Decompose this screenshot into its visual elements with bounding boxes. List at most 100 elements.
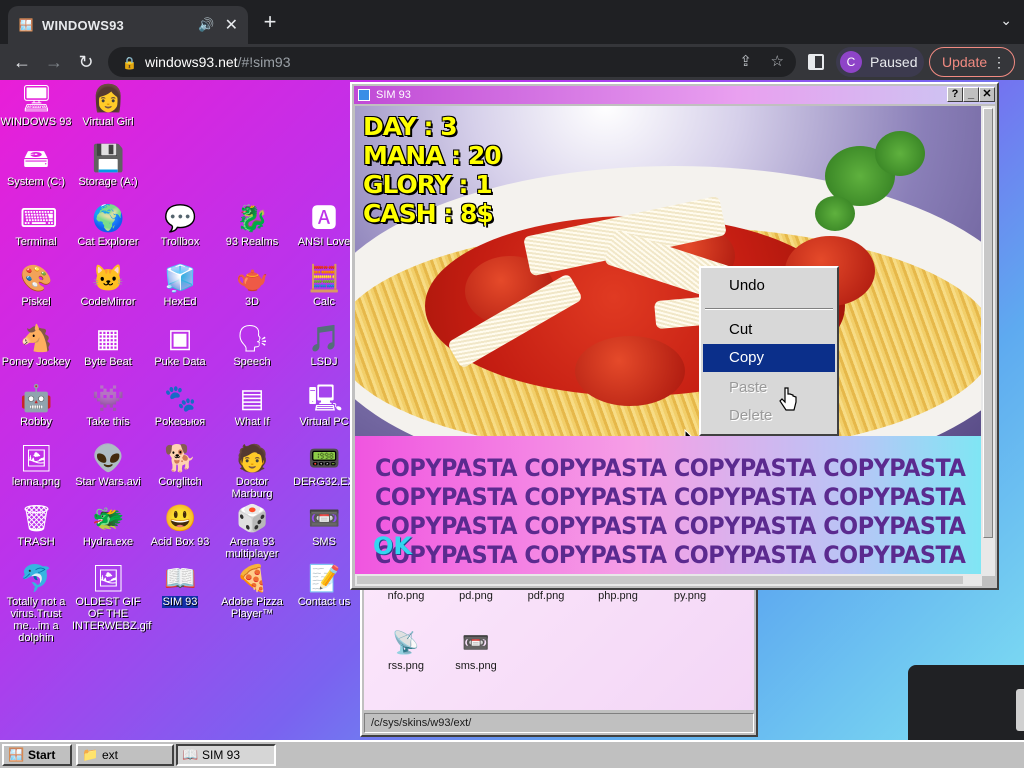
desktop-icon[interactable]: 🗣 Speech <box>216 322 288 368</box>
desktop-icon[interactable]: ▣ Puke Data <box>144 322 216 368</box>
bookmark-star-icon[interactable]: ☆ <box>771 47 784 77</box>
menu-separator <box>705 308 833 310</box>
sim93-window[interactable]: SIM 93 ? _ ✕ DAY : 3 MANA: 20 GLORY: 1… <box>350 82 999 590</box>
address-bar[interactable]: 🔒 windows93.net/#!sim93 ⇪ ☆ <box>108 47 796 77</box>
desktop-icon[interactable]: 📖 SIM 93 <box>144 562 216 608</box>
desktop-icon[interactable]: 👽 Star Wars.avi <box>72 442 144 488</box>
copypasta-panel: COPYPASTA COPYPASTA COPYPASTA COPYPASTA … <box>355 436 982 576</box>
start-button[interactable]: 🪟 Start <box>2 744 72 766</box>
menu-item-undo[interactable]: Undo <box>703 272 835 300</box>
desktop-icon[interactable]: 🐱 CodeMirror <box>72 262 144 308</box>
desktop-icon[interactable]: ▤ What If <box>216 382 288 428</box>
explorer-window[interactable]: 🖼nfo.png🖼pd.png🖼pdf.png🖼php.png🖼py.png📡r… <box>360 578 758 737</box>
speaker-icon[interactable]: 🔊 <box>198 17 214 33</box>
reload-icon[interactable]: ↻ <box>74 50 98 74</box>
desktop-icon[interactable]: 🎨 Piskel <box>0 262 72 308</box>
close-tab-icon[interactable]: ✕ <box>225 15 238 35</box>
what-if-icon: ▤ <box>239 383 265 413</box>
desktop-icon-label: SMS <box>312 536 336 548</box>
context-menu: Undo Cut Copy Paste Delete <box>699 266 839 436</box>
scroll-thumb[interactable] <box>357 576 963 584</box>
desktop-icon[interactable]: 🖴 System (C:) <box>0 142 72 188</box>
desktop-icon[interactable]: 👾 Take this <box>72 382 144 428</box>
help-button[interactable]: ? <box>947 87 963 102</box>
desktop-icon[interactable]: 🌍 Cat Explorer <box>72 202 144 248</box>
desktop-icon-label: Take this <box>86 416 130 428</box>
palette-icon: 🎨 <box>20 263 53 293</box>
copypasta-line: COPYPASTA COPYPASTA COPYPASTA COPYPASTA <box>375 483 966 511</box>
sim93-title: SIM 93 <box>376 89 411 101</box>
file-item[interactable]: 📼 sms.png <box>442 628 510 672</box>
url-host: windows93.net <box>144 54 238 70</box>
desktop-icon-label: LSDJ <box>310 356 338 368</box>
desktop-icon[interactable]: 🐉 93 Realms <box>216 202 288 248</box>
horizontal-scrollbar[interactable] <box>355 574 982 586</box>
desktop-icon[interactable]: ▦ Byte Beat <box>72 322 144 368</box>
overlay-handle[interactable] <box>1016 689 1024 731</box>
file-item[interactable]: 📡 rss.png <box>372 628 440 672</box>
desktop-icon[interactable]: 🧑 Doctor Marburg <box>216 442 288 500</box>
new-tab-button[interactable]: + <box>258 10 282 34</box>
desktop-icon[interactable]: 🖥 WINDOWS 93 <box>0 82 72 128</box>
lock-icon: 🔒 <box>122 56 137 70</box>
stat-mana: MANA : 20 <box>363 141 502 170</box>
taskbar-item-ext[interactable]: 📁 ext <box>76 744 174 766</box>
desktop-icon[interactable]: 🐕 Corglitch <box>144 442 216 488</box>
tab-search-chevron-icon[interactable]: ⌄ <box>1000 12 1012 29</box>
minimize-button[interactable]: _ <box>963 87 979 102</box>
taskbar-item-sim93[interactable]: 📖 SIM 93 <box>176 744 276 766</box>
menu-kebab-icon[interactable]: ⋮ <box>992 48 1006 76</box>
desktop-icon[interactable]: ⌨ Terminal <box>0 202 72 248</box>
desktop-icon[interactable]: 🖼 OLDEST GIF OF THE INTERWEBZ.gif <box>72 562 151 632</box>
desktop-icon-label: Puke Data <box>154 356 206 368</box>
desktop-icon[interactable]: 🐴 Poney Jockey <box>0 322 72 368</box>
corgi-icon: 🐕 <box>164 443 197 473</box>
desktop-icon-label: Poney Jockey <box>1 356 71 368</box>
gif-file-icon: 🖼 <box>92 563 126 593</box>
desktop-icon[interactable]: 💬 Trollbox <box>144 202 216 248</box>
copypasta-line: COPYPASTA COPYPASTA COPYPASTA COPYPASTA <box>375 454 966 482</box>
contact-icon: 📝 <box>308 563 341 593</box>
desktop-icon[interactable]: 🐬 Totally not a virus.Trust me...im a dol… <box>0 562 72 644</box>
desktop-icon[interactable]: 🗑 TRASH <box>0 502 72 548</box>
menu-item-copy[interactable]: Copy <box>703 344 835 372</box>
menu-item-paste[interactable]: Paste <box>703 374 835 402</box>
sim93-titlebar[interactable]: SIM 93 ? _ ✕ <box>354 86 995 104</box>
realms-icon: 🐉 <box>236 203 269 233</box>
ok-button[interactable]: OK <box>373 532 412 561</box>
file-item-label: nfo.png <box>387 590 425 602</box>
share-icon[interactable]: ⇪ <box>739 47 752 77</box>
lsdj-icon: 🎵 <box>308 323 341 353</box>
menu-item-cut[interactable]: Cut <box>703 316 835 344</box>
desktop-icon-label: Trollbox <box>160 236 200 248</box>
desktop-icon[interactable]: 💾 Storage (A:) <box>72 142 144 188</box>
desktop-icon[interactable]: 🧊 HexEd <box>144 262 216 308</box>
side-panel-icon[interactable] <box>808 54 824 70</box>
desktop-icon[interactable]: 🫖 3D <box>216 262 288 308</box>
back-arrow-icon[interactable]: ← <box>10 50 34 74</box>
close-button[interactable]: ✕ <box>979 87 995 102</box>
sim93-content: DAY : 3 MANA : 20 GLORY : 1 CASH : 8$ Un… <box>355 106 982 576</box>
profile-button[interactable]: C Paused <box>836 47 924 77</box>
scroll-thumb[interactable] <box>983 108 993 538</box>
dolphin-icon: 🐬 <box>20 563 53 593</box>
url-path: /#!sim93 <box>237 54 291 70</box>
menu-item-delete[interactable]: Delete <box>703 402 835 430</box>
desktop-icon-label: Robby <box>20 416 52 428</box>
desktop-icon[interactable]: 🎲 Arena 93 multiplayer <box>216 502 288 560</box>
desktop-icon[interactable]: 🤖 Robby <box>0 382 72 428</box>
desktop-icon[interactable]: 🐲 Hydra.exe <box>72 502 144 548</box>
desktop-icon[interactable]: 🍕 Adobe Pizza Player™ <box>216 562 288 620</box>
browser-tab[interactable]: 🪟 WINDOWS93 🔊 ✕ <box>8 6 248 44</box>
meatball <box>575 336 685 406</box>
desktop-icon[interactable]: 🐾 Pokeсьюя <box>144 382 216 428</box>
forward-arrow-icon[interactable]: → <box>42 50 66 74</box>
desktop-icon-label: OLDEST GIF OF THE INTERWEBZ.gif <box>72 596 152 632</box>
desktop-icon-label: Terminal <box>15 236 57 248</box>
desktop-icon[interactable]: 👩 Virtual Girl <box>72 82 144 128</box>
sms-icon: 📼 <box>308 503 341 533</box>
desktop-icon[interactable]: 😃 Acid Box 93 <box>144 502 216 548</box>
update-button[interactable]: Update ⋮ <box>929 47 1015 77</box>
vertical-scrollbar[interactable] <box>981 106 995 576</box>
desktop-icon[interactable]: 🖼 lenna.png <box>0 442 72 488</box>
